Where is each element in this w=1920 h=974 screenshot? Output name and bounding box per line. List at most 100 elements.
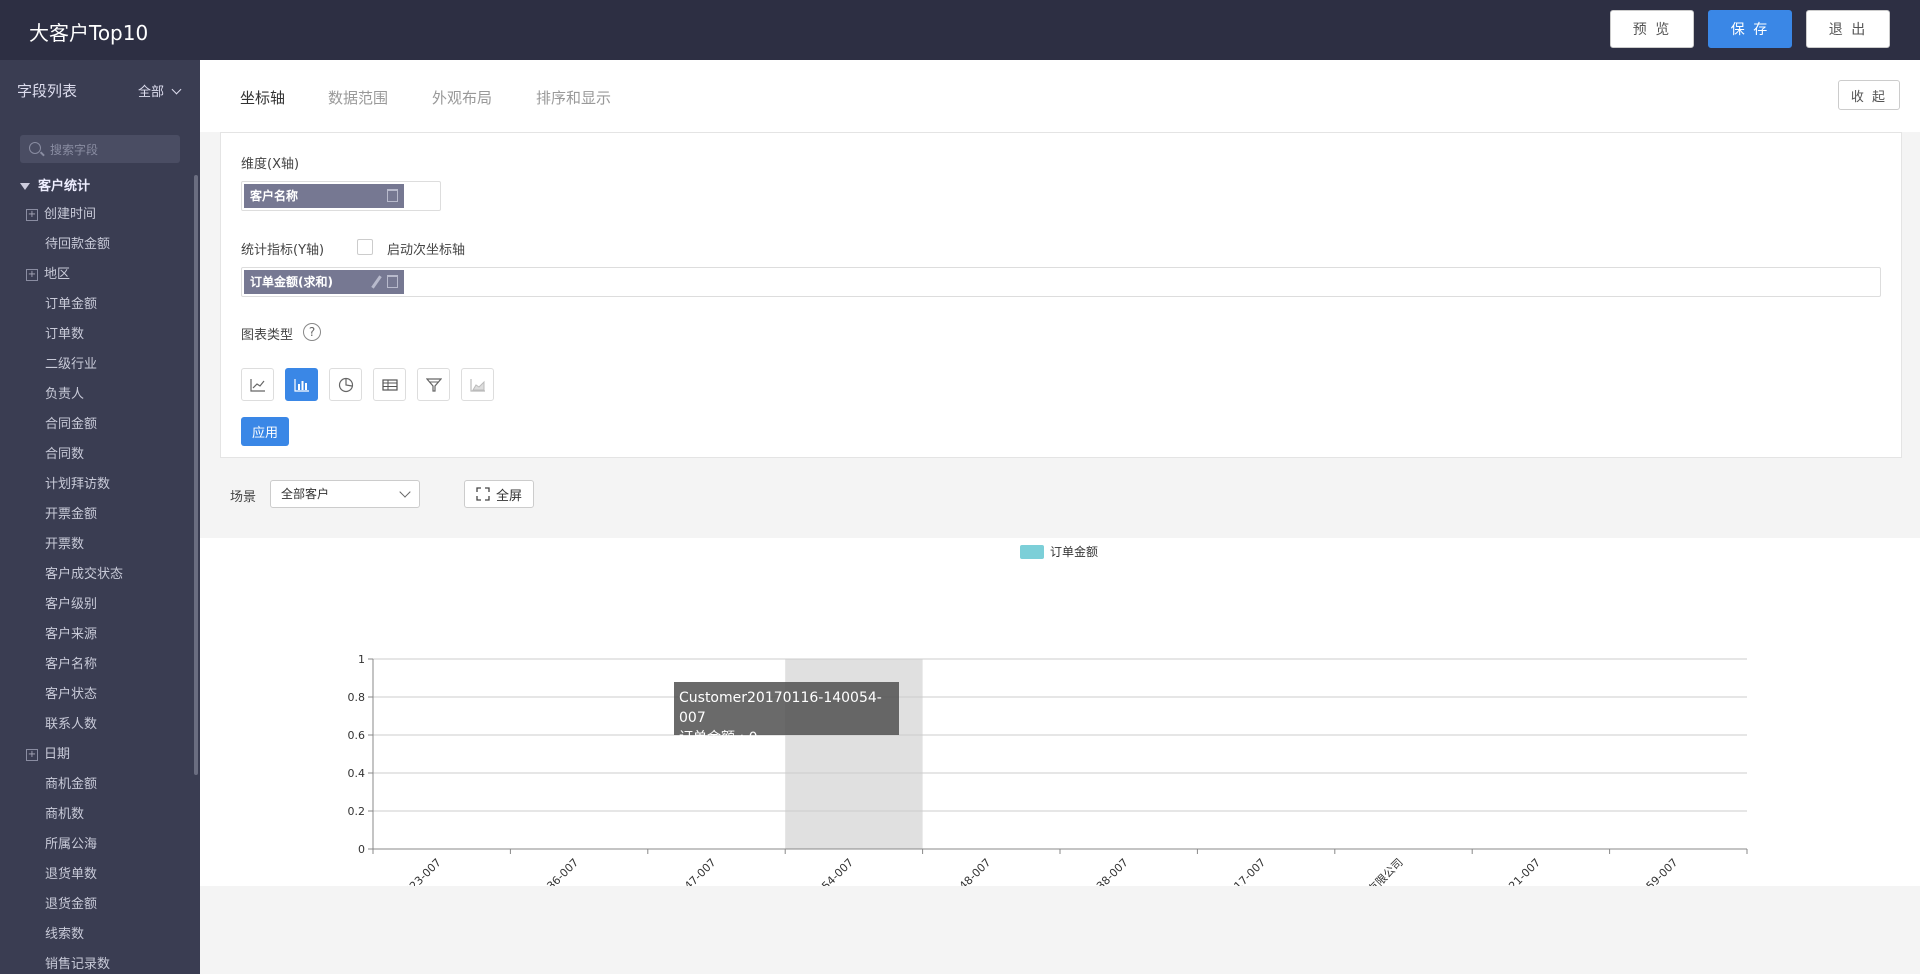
exit-button[interactable]: 退 出 [1806, 10, 1890, 48]
field-filter-dropdown[interactable]: 全部 [138, 81, 182, 100]
sidebar-item-label: 二级行业 [45, 357, 98, 372]
chevron-down-icon [399, 486, 411, 498]
sidebar-item-label: 商机金额 [45, 777, 98, 792]
expand-plus-icon[interactable]: + [26, 209, 38, 221]
scene-select[interactable]: 全部客户 [270, 480, 420, 508]
x-tick-label: 20170116-140054-007 [757, 856, 856, 886]
y-tick-label: 0.2 [348, 805, 366, 818]
y-axis-field-pill[interactable]: 订单金额(求和) [244, 270, 404, 294]
y-axis-label: 统计指标(Y轴) [241, 243, 325, 258]
pie-chart-icon[interactable] [329, 368, 362, 401]
sidebar-item[interactable]: 商机金额 [0, 770, 190, 800]
sidebar-item[interactable]: 客户来源 [0, 620, 190, 650]
apply-button[interactable]: 应用 [241, 417, 289, 446]
fullscreen-button[interactable]: 全屏 [464, 480, 534, 508]
pencil-icon[interactable] [371, 275, 382, 289]
x-axis-dropzone[interactable]: 客户名称 [241, 181, 441, 211]
sidebar-item-label: 联系人数 [45, 717, 98, 732]
field-list-title: 字段列表 [17, 82, 78, 100]
sidebar-item[interactable]: + 创建时间 [0, 200, 190, 230]
tab-sort-display[interactable]: 排序和显示 [536, 87, 611, 108]
app-title: 大客户Top10 [29, 21, 149, 45]
bar-chart-icon[interactable] [285, 368, 318, 401]
sidebar-item[interactable]: 订单金额 [0, 290, 190, 320]
funnel-icon[interactable] [417, 368, 450, 401]
help-icon[interactable]: ? [303, 323, 321, 341]
collapse-button[interactable]: 收 起 [1838, 80, 1900, 110]
sidebar-item[interactable]: 客户成交状态 [0, 560, 190, 590]
sidebar-item-label: 合同数 [45, 447, 85, 462]
sidebar-item[interactable]: 商机数 [0, 800, 190, 830]
scene-label: 场景 [230, 490, 257, 505]
sidebar-item-label: 负责人 [45, 387, 85, 402]
sidebar-item[interactable]: 所属公海 [0, 830, 190, 860]
sidebar-item[interactable]: 客户名称 [0, 650, 190, 680]
sidebar-item[interactable]: 开票数 [0, 530, 190, 560]
save-button[interactable]: 保 存 [1708, 10, 1792, 48]
tooltip-value: 订单金额 : 0 [679, 730, 758, 746]
preview-button[interactable]: 预 览 [1610, 10, 1694, 48]
sidebar-scrollbar[interactable] [194, 175, 198, 775]
x-tick-label: 上海长荣贸易有限公司 [1318, 855, 1406, 886]
trash-icon[interactable] [387, 189, 398, 202]
sidebar-item-label: 订单数 [45, 327, 85, 342]
expand-plus-icon[interactable]: + [26, 749, 38, 761]
sidebar-item-label: 线索数 [45, 927, 85, 942]
x-tick-label: 20170116-163848-007 [894, 856, 993, 886]
sidebar-item[interactable]: + 地区 [0, 260, 190, 290]
sidebar-item[interactable]: 合同金额 [0, 410, 190, 440]
field-list: + 创建时间 待回款金额 + 地区订单金额订单数二级行业负责人合同金额合同数计划拜访数开… [0, 200, 190, 974]
line-chart-icon[interactable] [241, 368, 274, 401]
tab-data-range[interactable]: 数据范围 [328, 87, 388, 108]
sidebar-item[interactable]: 开票金额 [0, 500, 190, 530]
bar-chart[interactable]: 订单金额 0 0.2 0.4 0.6 0.8 1 20170116-153623-007 201… [200, 538, 1920, 955]
sidebar-item-label: 所属公海 [45, 837, 98, 852]
sidebar-item[interactable]: 客户级别 [0, 590, 190, 620]
sidebar-item[interactable]: 联系人数 [0, 710, 190, 740]
caret-down-icon [20, 183, 30, 190]
secondary-axis-checkbox[interactable] [357, 239, 373, 255]
tab-appearance[interactable]: 外观布局 [432, 87, 492, 108]
sidebar-item-label: 计划拜访数 [45, 477, 111, 492]
sidebar-item[interactable]: 退货金额 [0, 890, 190, 920]
expand-plus-icon[interactable]: + [26, 269, 38, 281]
sidebar-item[interactable]: 销售记录数 [0, 950, 190, 974]
x-tick-label: 20170117-201059-007 [1581, 856, 1680, 886]
sidebar-item[interactable]: 计划拜访数 [0, 470, 190, 500]
field-sidebar: 字段列表 全部 搜索字段 客户统计 + 创建时间 待回款金额 + 地区订单金额订单数二级… [0, 60, 200, 974]
field-search-input[interactable]: 搜索字段 [20, 135, 180, 163]
area-chart-icon[interactable] [461, 368, 494, 401]
sidebar-item[interactable]: 负责人 [0, 380, 190, 410]
sidebar-item[interactable]: 二级行业 [0, 350, 190, 380]
legend-swatch [1020, 545, 1044, 559]
sidebar-item-label: 订单金额 [45, 297, 98, 312]
chart-type-label: 图表类型 [241, 328, 294, 343]
fullscreen-icon [476, 487, 490, 501]
trash-icon[interactable] [387, 275, 398, 288]
y-tick-label: 0.8 [348, 691, 366, 704]
x-tick-label: 20170116-153623-007 [345, 856, 444, 886]
sidebar-item[interactable]: 合同数 [0, 440, 190, 470]
sidebar-item-label: 开票数 [45, 537, 85, 552]
table-icon[interactable] [373, 368, 406, 401]
tab-axis[interactable]: 坐标轴 [240, 87, 285, 108]
secondary-axis-label: 启动次坐标轴 [387, 243, 466, 258]
sidebar-item[interactable]: 订单数 [0, 320, 190, 350]
fullscreen-label: 全屏 [495, 488, 522, 504]
sidebar-item[interactable]: 待回款金额 [0, 230, 190, 260]
y-tick-label: 0 [358, 843, 365, 856]
y-axis-field-name: 订单金额(求和) [250, 275, 333, 289]
sidebar-item[interactable]: + 日期 [0, 740, 190, 770]
tree-root-customer-stats[interactable]: 客户统计 [20, 175, 90, 194]
sidebar-item[interactable]: 退货单数 [0, 860, 190, 890]
sidebar-item[interactable]: 客户状态 [0, 680, 190, 710]
x-axis-field-pill[interactable]: 客户名称 [244, 184, 404, 208]
sidebar-item[interactable]: 线索数 [0, 920, 190, 950]
chevron-down-icon [171, 84, 182, 95]
x-tick-label: 20170117-100336-007 [482, 856, 581, 886]
sidebar-item-label: 地区 [44, 267, 71, 282]
y-axis-dropzone[interactable]: 订单金额(求和) [241, 267, 1881, 297]
sidebar-item-label: 日期 [44, 747, 71, 762]
sidebar-item-label: 退货金额 [45, 897, 98, 912]
sidebar-item-label: 客户名称 [45, 657, 98, 672]
